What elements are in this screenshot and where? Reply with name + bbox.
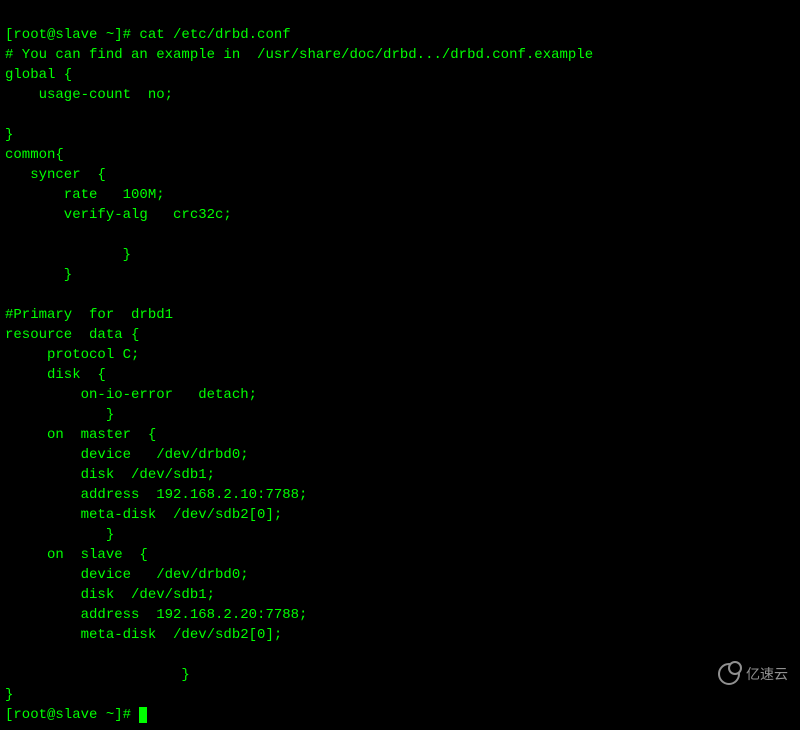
command-text: cat /etc/drbd.conf [139, 27, 290, 43]
file-line: } [5, 247, 131, 263]
file-line: disk /dev/sdb1; [5, 467, 215, 483]
terminal-output: [root@slave ~]# cat /etc/drbd.conf # You… [0, 0, 800, 730]
file-line: verify-alg crc32c; [5, 207, 232, 223]
cursor-icon [139, 707, 147, 723]
file-line: usage-count no; [5, 87, 173, 103]
file-line: } [5, 687, 13, 703]
file-line: resource data { [5, 327, 139, 343]
shell-prompt-1: [root@slave ~]# [5, 27, 139, 43]
file-line: address 192.168.2.10:7788; [5, 487, 307, 503]
file-line: } [5, 407, 114, 423]
watermark-text: 亿速云 [746, 664, 788, 684]
file-line: on slave { [5, 547, 148, 563]
file-line: disk { [5, 367, 106, 383]
file-line: rate 100M; [5, 187, 165, 203]
file-line: common{ [5, 147, 64, 163]
file-line: } [5, 127, 13, 143]
file-line: on-io-error detach; [5, 387, 257, 403]
file-line: device /dev/drbd0; [5, 567, 249, 583]
file-line: global { [5, 67, 72, 83]
file-line: syncer { [5, 167, 106, 183]
file-line: address 192.168.2.20:7788; [5, 607, 307, 623]
shell-prompt-2[interactable]: [root@slave ~]# [5, 707, 139, 723]
file-line: meta-disk /dev/sdb2[0]; [5, 507, 282, 523]
file-line: disk /dev/sdb1; [5, 587, 215, 603]
file-line: } [5, 667, 190, 683]
file-line: } [5, 267, 72, 283]
file-line: device /dev/drbd0; [5, 447, 249, 463]
file-line: # You can find an example in /usr/share/… [5, 47, 593, 63]
watermark: 亿速云 [718, 663, 788, 685]
file-line: protocol C; [5, 347, 139, 363]
file-line: } [5, 527, 114, 543]
file-line: on master { [5, 427, 156, 443]
file-line: #Primary for drbd1 [5, 307, 173, 323]
watermark-logo-icon [718, 663, 740, 685]
file-line: meta-disk /dev/sdb2[0]; [5, 627, 282, 643]
